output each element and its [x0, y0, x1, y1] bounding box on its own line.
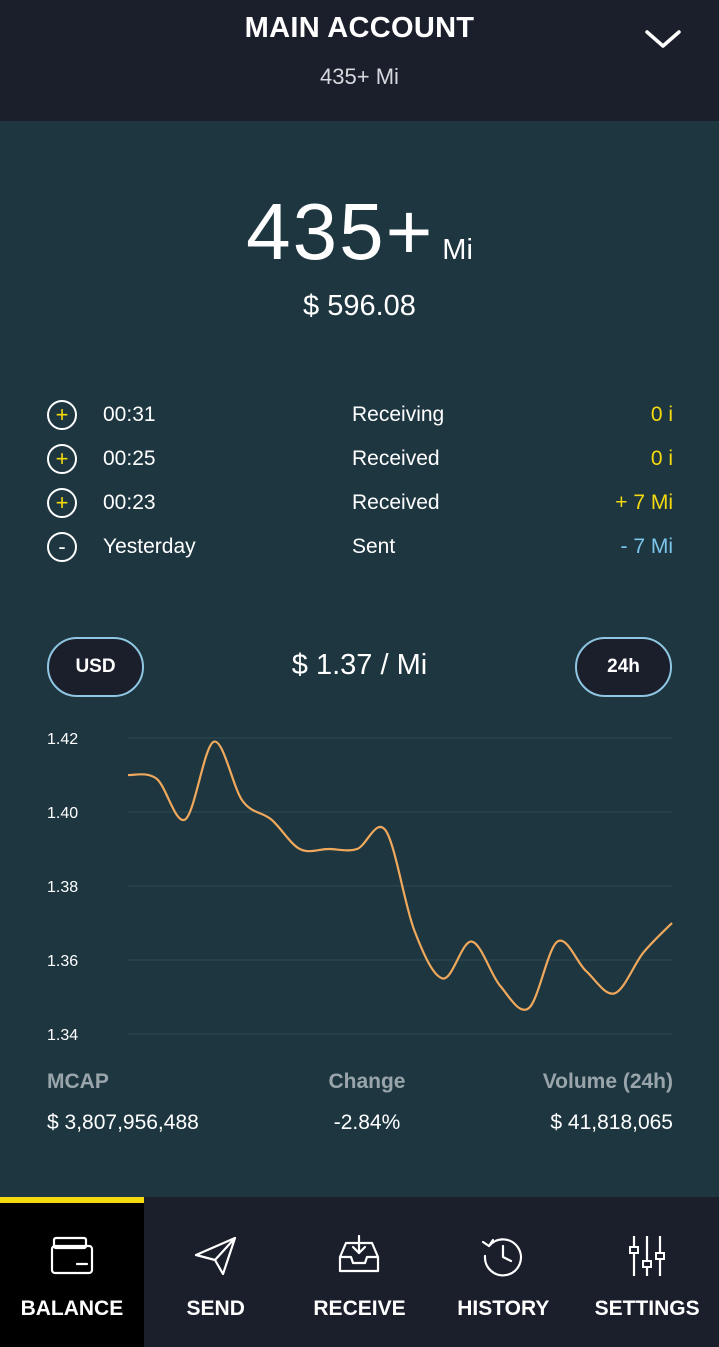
transaction-row[interactable]: + 00:25 Received 0 i	[47, 440, 673, 484]
volume-label: Volume (24h)	[542, 1070, 673, 1093]
transaction-time: 00:25	[103, 447, 156, 470]
transaction-time: 00:31	[103, 403, 156, 426]
transaction-amount: + 7 Mi	[615, 491, 673, 514]
transaction-time: 00:23	[103, 491, 156, 514]
transaction-time: Yesterday	[103, 535, 196, 558]
chevron-down-icon[interactable]	[643, 24, 683, 54]
y-tick-label: 1.36	[47, 953, 78, 970]
minus-circle-icon: -	[47, 532, 77, 562]
transaction-amount: - 7 Mi	[620, 535, 674, 558]
paper-plane-icon	[194, 1236, 236, 1276]
nav-balance-label: BALANCE	[20, 1297, 124, 1320]
mcap-value: $ 3,807,956,488	[47, 1111, 199, 1134]
plus-circle-icon: +	[47, 400, 77, 430]
nav-settings[interactable]: SETTINGS	[575, 1197, 719, 1347]
transaction-row[interactable]: + 00:23 Received + 7 Mi	[47, 484, 673, 528]
change-value: -2.84%	[333, 1111, 401, 1134]
plus-circle-icon: +	[47, 488, 77, 518]
main-balance: 435+ Mi	[0, 186, 719, 278]
change-label: Change	[328, 1070, 406, 1093]
y-tick-label: 1.34	[47, 1027, 78, 1044]
balance-usd: $ 596.08	[303, 290, 416, 322]
balance-unit: Mi	[442, 234, 473, 266]
sliders-icon	[629, 1236, 666, 1276]
transaction-list: + 00:31 Receiving 0 i + 00:25 Received 0…	[47, 396, 673, 572]
y-tick-label: 1.38	[47, 879, 78, 896]
transaction-amount: 0 i	[650, 447, 673, 470]
nav-send-label: SEND	[186, 1297, 245, 1320]
nav-receive-label: RECEIVE	[313, 1297, 406, 1320]
nav-balance[interactable]: BALANCE	[0, 1197, 144, 1347]
nav-settings-label: SETTINGS	[594, 1297, 700, 1320]
transaction-type: Received	[352, 447, 440, 470]
price-chart: 1.42 1.40 1.38 1.36 1.34	[47, 731, 673, 1044]
y-tick-label: 1.42	[47, 731, 78, 748]
balance-amount: 435+	[246, 187, 435, 276]
nav-history[interactable]: HISTORY	[431, 1197, 575, 1347]
nav-receive[interactable]: RECEIVE	[288, 1197, 432, 1347]
transaction-type: Sent	[352, 535, 396, 558]
transaction-row[interactable]: - Yesterday Sent - 7 Mi	[47, 528, 673, 572]
nav-send[interactable]: SEND	[144, 1197, 288, 1347]
transaction-type: Received	[352, 491, 440, 514]
mcap-label: MCAP	[47, 1070, 109, 1093]
transaction-type: Receiving	[352, 403, 445, 426]
account-title[interactable]: MAIN ACCOUNT	[0, 12, 719, 45]
transaction-row[interactable]: + 00:31 Receiving 0 i	[47, 396, 673, 440]
transaction-amount: 0 i	[650, 403, 673, 426]
plus-circle-icon: +	[47, 444, 77, 474]
inbox-download-icon	[339, 1234, 380, 1273]
history-clock-icon	[482, 1238, 523, 1277]
time-range-button[interactable]: 24h	[575, 637, 672, 697]
y-tick-label: 1.40	[47, 805, 78, 822]
volume-value: $ 41,818,065	[550, 1111, 673, 1134]
bottom-nav: BALANCE SEND RECEIVE HISTORY SETTINGS	[0, 1197, 719, 1347]
price-line	[127, 740, 673, 1011]
nav-history-label: HISTORY	[457, 1297, 550, 1320]
app-header: MAIN ACCOUNT 435+ Mi	[0, 0, 719, 121]
account-balance-summary: 435+ Mi	[320, 64, 399, 89]
wallet-icon	[50, 1236, 93, 1275]
